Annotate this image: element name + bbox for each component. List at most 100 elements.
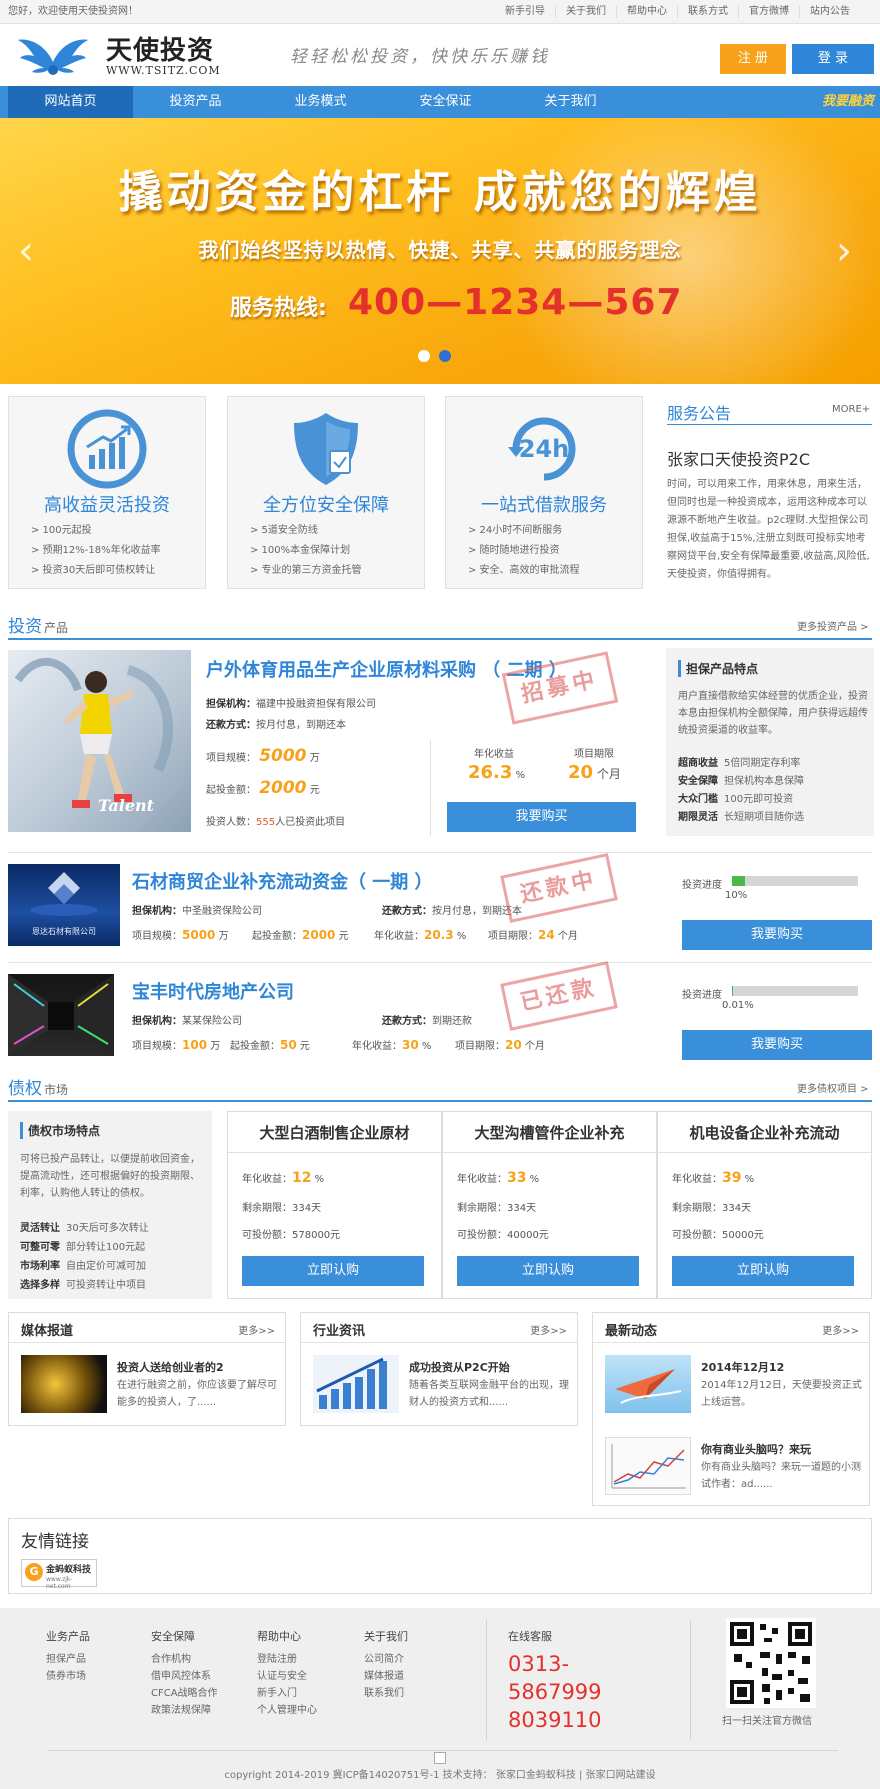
notice-headline[interactable]: 张家口天使投资P2C [667, 446, 810, 470]
news-thumbnail[interactable] [21, 1355, 107, 1413]
banner-prev-arrow-icon[interactable]: ‹ [18, 228, 34, 274]
top-link-notice[interactable]: 站内公告 [799, 6, 860, 18]
news-headline[interactable]: 2014年12月12 [701, 1359, 784, 1375]
top-link-weibo[interactable]: 官方微博 [738, 6, 799, 18]
product-buy-button[interactable]: 我要购买 [682, 920, 872, 950]
progress-bar [732, 986, 858, 996]
feature-list: > 5道安全防线 > 100%本金保障计划 > 专业的第三方资金托管 [250, 521, 362, 581]
footer-link[interactable]: 登陆注册 [257, 1651, 317, 1668]
banner-subline: 我们始终坚持以热情、快捷、共享、共赢的服务理念 [198, 238, 682, 262]
avail-value: 578000元 [292, 1230, 341, 1241]
footer-link[interactable]: 政策法规保障 [151, 1702, 218, 1719]
banner-dot-2[interactable] [439, 350, 451, 362]
product-term: 项目期限：20 个月 [455, 1037, 545, 1052]
banner-dot-1[interactable] [418, 350, 430, 362]
invest-divider [8, 638, 872, 640]
subscribe-button[interactable]: 立即认购 [457, 1256, 639, 1286]
investors-suffix: 人已投资此项目 [275, 817, 346, 828]
footer-link[interactable]: 借申风控体系 [151, 1668, 218, 1685]
footer-link[interactable]: CFCA战略合作 [151, 1685, 218, 1702]
invest-more-link[interactable]: 更多投资产品 > [797, 618, 869, 633]
register-button[interactable]: 注 册 [720, 44, 786, 74]
news-headline[interactable]: 成功投资从P2C开始 [409, 1359, 510, 1375]
repay-value: 到期还款 [432, 1016, 472, 1027]
feature-key: 灵活转让 [20, 1223, 60, 1234]
footer-link[interactable]: 债券市场 [46, 1668, 90, 1685]
footer-link[interactable]: 合作机构 [151, 1651, 218, 1668]
product-name[interactable]: 石材商贸企业补充流动资金（ 一期 ） [132, 868, 433, 894]
nav-home[interactable]: 网站首页 [8, 86, 133, 118]
product-guarantor: 担保机构：中圣融资保险公司 [132, 902, 262, 917]
qr-code-icon[interactable] [726, 1618, 816, 1708]
product-image[interactable] [8, 974, 114, 1056]
product-image[interactable]: 恩达石材有限公司 [8, 864, 120, 946]
top-links: 新手引导 关于我们 帮助中心 联系方式 官方微博 站内公告 [495, 0, 860, 18]
subscribe-button[interactable]: 立即认购 [242, 1256, 424, 1286]
news-more-link[interactable]: 更多>> [530, 1322, 567, 1337]
phone-line: 0313- [508, 1652, 570, 1676]
hero-banner[interactable]: 撬动资金的杠杆 成就您的辉煌 我们始终坚持以热情、快捷、共享、共赢的服务理念 服… [0, 118, 880, 384]
scale-label: 项目规模： [132, 931, 182, 942]
welcome-text: 您好，欢迎使用天使投资网！ [8, 6, 138, 17]
news-panel-latest: 最新动态 更多>> 2014年12月12 2014年12月12日，天使要投资正式… [592, 1312, 870, 1506]
logo-text[interactable]: 天使投资 [106, 30, 214, 67]
debt-card-title[interactable]: 大型沟槽管件企业补充 [443, 1122, 656, 1143]
product-name[interactable]: 宝丰时代房地产公司 [132, 978, 294, 1004]
footer-link[interactable]: 担保产品 [46, 1651, 90, 1668]
footer-link[interactable]: 新手入门 [257, 1685, 317, 1702]
banner-next-arrow-icon[interactable]: › [836, 228, 852, 274]
top-link-help[interactable]: 帮助中心 [616, 6, 677, 18]
investors-label: 投资人数： [206, 817, 256, 828]
nav-financing[interactable]: 我要融资 [822, 86, 874, 118]
news-more-link[interactable]: 更多>> [822, 1322, 859, 1337]
news-panel-industry: 行业资讯 更多>> 成功投资从P2C开始 随着各类互联网金融平台的出现，理财人的… [300, 1312, 578, 1426]
nav-products[interactable]: 投资产品 [133, 86, 258, 118]
news-thumbnail[interactable] [313, 1355, 399, 1413]
min-label: 起投金额： [252, 931, 302, 942]
main-nav: 网站首页 投资产品 业务模式 安全保证 关于我们 我要融资 [0, 86, 880, 118]
news-thumbnail[interactable] [605, 1355, 691, 1413]
debt-card-title[interactable]: 机电设备企业补充流动 [658, 1122, 871, 1143]
product-buy-button[interactable]: 我要购买 [682, 1030, 872, 1060]
footer-col-help: 帮助中心 登陆注册 认证与安全 新手入门 个人管理中心 [257, 1628, 317, 1719]
news-headline[interactable]: 投资人送给创业者的2 [117, 1359, 224, 1375]
angel-wings-logo-icon[interactable] [16, 32, 90, 80]
min-value: 50 [280, 1038, 297, 1052]
debt-card-title[interactable]: 大型白酒制售企业原材 [228, 1122, 441, 1143]
subscribe-button[interactable]: 立即认购 [672, 1256, 854, 1286]
footer-link[interactable]: 个人管理中心 [257, 1702, 317, 1719]
top-link-guide[interactable]: 新手引导 [495, 6, 555, 18]
guarantor-value: 某某保险公司 [182, 1016, 242, 1027]
investors-value: 555 [256, 817, 276, 828]
min-label: 起投金额： [206, 785, 256, 796]
footer-link[interactable]: 公司简介 [364, 1651, 408, 1668]
feature-card-security: 全方位安全保障 > 5道安全防线 > 100%本金保障计划 > 专业的第三方资金… [227, 396, 425, 589]
feature-item: > 预期12%-18%年化收益率 [31, 545, 161, 556]
friend-link-logo[interactable]: G 金蚂蚁科技 www.zjk-net.com [21, 1559, 97, 1590]
nav-business[interactable]: 业务模式 [258, 86, 383, 118]
top-link-contact[interactable]: 联系方式 [677, 6, 738, 18]
invest-section-title: 投资 产品 [8, 612, 68, 637]
nav-about[interactable]: 关于我们 [508, 86, 633, 118]
footer-phones[interactable]: 0313- 5867999 8039110 [508, 1650, 602, 1734]
news-headline[interactable]: 你有商业头脑吗？来玩 [701, 1441, 811, 1457]
featured-buy-button[interactable]: 我要购买 [447, 802, 636, 832]
footer-col-title: 关于我们 [364, 1630, 408, 1643]
news-header: 最新动态 更多>> [593, 1313, 869, 1343]
debt-more-link[interactable]: 更多债权项目 > [797, 1080, 869, 1095]
news-thumbnail[interactable] [605, 1437, 691, 1495]
notice-more-link[interactable]: MORE+ [832, 404, 870, 415]
login-button[interactable]: 登 录 [792, 44, 874, 74]
nav-security[interactable]: 安全保证 [383, 86, 508, 118]
scale-unit: 万 [210, 1041, 221, 1052]
featured-product-image[interactable]: Talent [8, 650, 191, 832]
footer-link[interactable]: 媒体报道 [364, 1668, 408, 1685]
news-more-link[interactable]: 更多>> [238, 1322, 275, 1337]
footer-link[interactable]: 认证与安全 [257, 1668, 317, 1685]
term-value: 20 [568, 762, 594, 783]
rate-unit: % [744, 1174, 755, 1185]
top-link-about[interactable]: 关于我们 [555, 6, 616, 18]
footer-link[interactable]: 联系我们 [364, 1685, 408, 1702]
feature-card-service: 24h 一站式借款服务 > 24小时不间断服务 > 随时随地进行投资 > 安全、… [445, 396, 643, 589]
product-min: 起投金额：2000 元 [252, 927, 349, 942]
